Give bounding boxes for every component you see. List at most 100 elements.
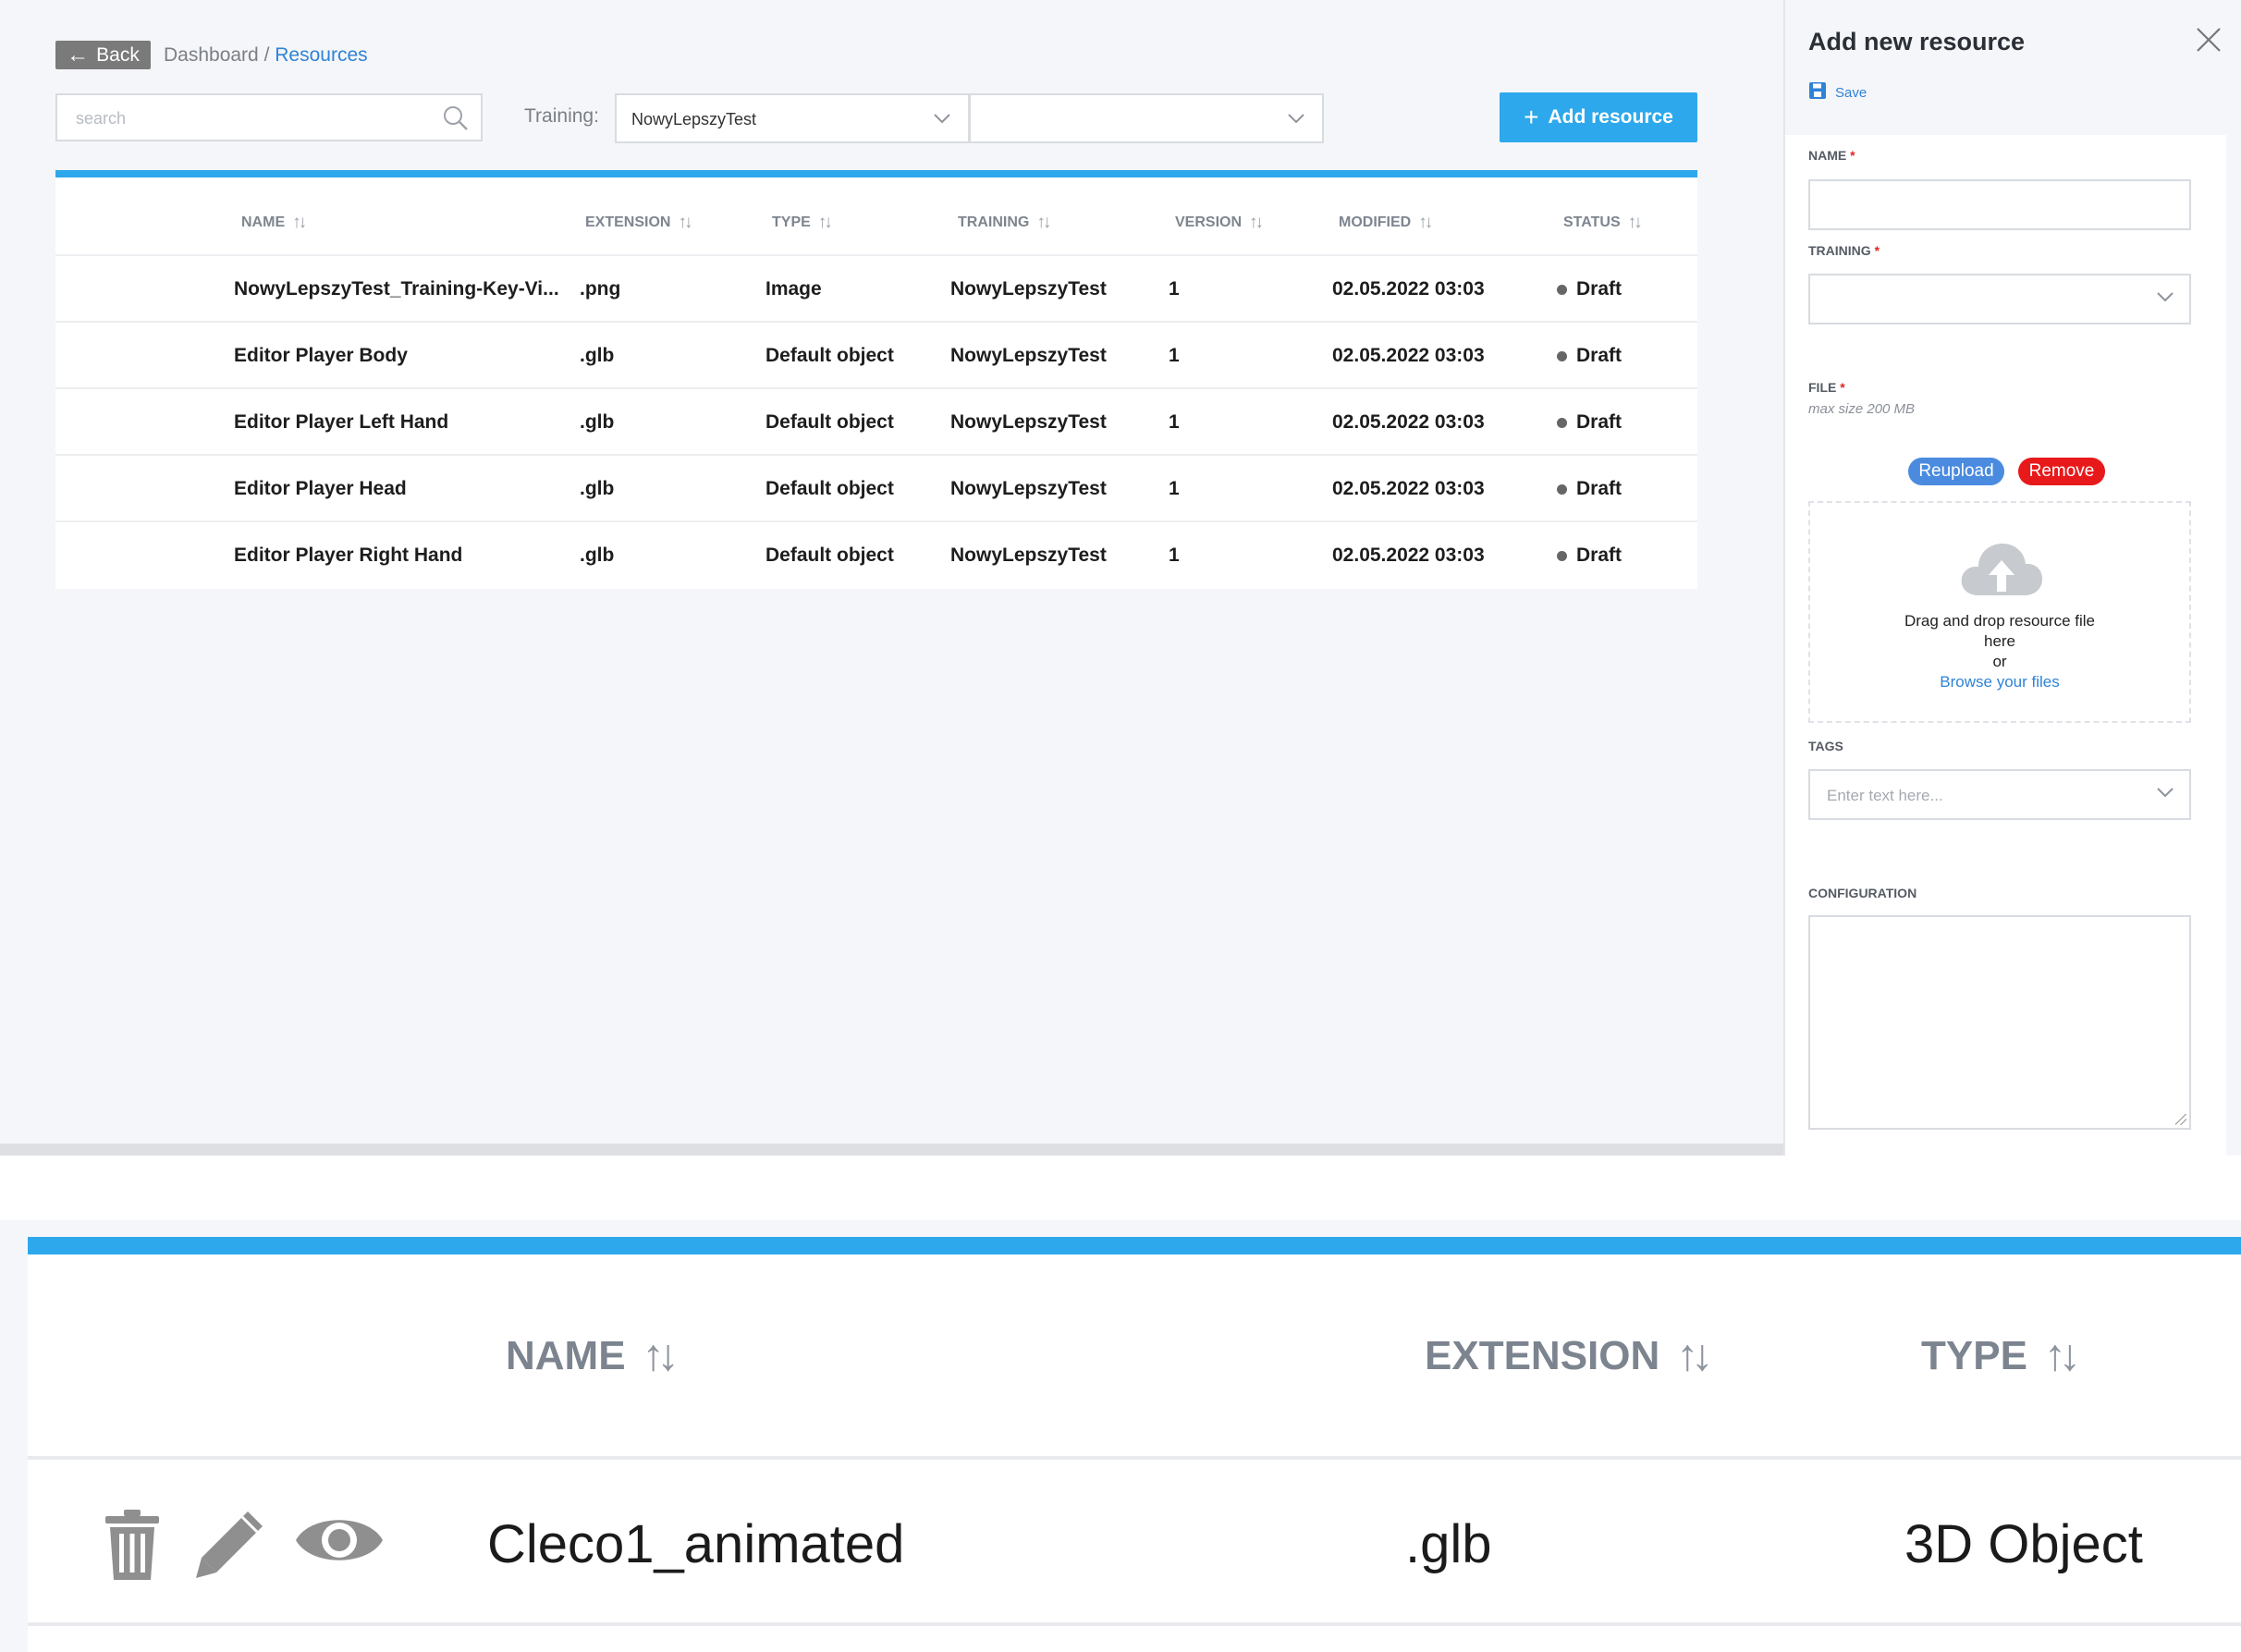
tags-input[interactable]: Enter text here...	[1808, 769, 2191, 820]
cell-type: Image	[765, 278, 822, 300]
cell-modified: 02.05.2022 03:03	[1332, 478, 1485, 499]
trash-icon[interactable]	[104, 1508, 161, 1586]
table-row[interactable]: Cleco1_animated .glb 3D Object	[28, 1460, 2241, 1626]
cell-name: Editor Player Left Hand	[234, 411, 449, 433]
zoomed-table: NAME ↑↓ EXTENSION ↑↓ TYPE ↑↓ Cleco1_anim…	[28, 1237, 2241, 1652]
column-header-type[interactable]: TYPE ↑↓	[1921, 1330, 2081, 1381]
resources-table: NAME ↑↓ EXTENSION ↑↓ TYPE ↑↓ TRAINING ↑↓ VER…	[55, 170, 1697, 589]
column-label: TRAINING	[958, 214, 1030, 230]
column-header-modified[interactable]: MODIFIED ↑↓	[1339, 213, 1433, 233]
column-header-version[interactable]: VERSION ↑↓	[1175, 213, 1264, 233]
sort-icon: ↑↓	[2043, 1331, 2081, 1380]
column-header-training[interactable]: TRAINING ↑↓	[958, 213, 1051, 233]
cell-extension: .glb	[580, 411, 615, 433]
training-field-select[interactable]	[1808, 274, 2191, 324]
column-header-extension[interactable]: EXTENSION ↑↓	[585, 213, 692, 233]
cell-version: 1	[1169, 545, 1180, 566]
sort-icon: ↑↓	[1676, 1331, 1713, 1380]
column-label: EXTENSION	[1425, 1332, 1660, 1378]
pencil-icon[interactable]	[192, 1508, 268, 1586]
add-resource-button[interactable]: + Add resource	[1500, 92, 1697, 142]
resize-handle-icon[interactable]	[2175, 1114, 2186, 1125]
cell-training: NowyLepszyTest	[950, 345, 1107, 366]
sort-icon: ↑↓	[678, 213, 692, 232]
column-header-type[interactable]: TYPE ↑↓	[772, 213, 833, 233]
column-header-status[interactable]: STATUS ↑↓	[1563, 213, 1643, 233]
table-header: NAME ↑↓ EXTENSION ↑↓ TYPE ↑↓ TRAINING ↑↓ VER…	[55, 177, 1697, 256]
column-header-name[interactable]: NAME ↑↓	[241, 213, 307, 233]
arrow-left-icon: ←	[67, 42, 90, 67]
dropzone-or: or	[1992, 653, 2007, 670]
training-select[interactable]: NowyLepszyTest	[615, 93, 970, 143]
cell-modified: 02.05.2022 03:03	[1332, 278, 1485, 300]
reupload-button[interactable]: Reupload	[1908, 458, 2004, 485]
table-row[interactable]: Editor Player Head .glb Default object N…	[55, 456, 1697, 522]
cell-version: 1	[1169, 278, 1180, 300]
file-size-hint: max size 200 MB	[1808, 401, 1916, 417]
search-icon[interactable]	[442, 104, 470, 137]
status-label: Draft	[1576, 278, 1623, 300]
eye-icon[interactable]	[294, 1508, 385, 1577]
breadcrumb-separator: /	[263, 44, 270, 66]
sort-icon: ↑↓	[817, 213, 833, 232]
cell-training: NowyLepszyTest	[950, 278, 1107, 300]
remove-button[interactable]: Remove	[2018, 458, 2105, 485]
secondary-filter-select[interactable]	[969, 93, 1324, 143]
back-button[interactable]: ← Back	[55, 41, 151, 69]
required-mark: *	[1840, 380, 1845, 395]
status-dot-icon	[1557, 284, 1567, 295]
label-text: NAME	[1808, 148, 1847, 163]
file-dropzone[interactable]: Drag and drop resource file here or Brow…	[1808, 501, 2191, 723]
dropzone-text-line2: here	[1983, 632, 2016, 650]
name-input[interactable]	[1808, 179, 2191, 230]
name-field-label: NAME *	[1808, 148, 1855, 163]
close-icon[interactable]	[2195, 26, 2223, 58]
sort-icon: ↑↓	[1249, 213, 1264, 232]
main-area: ← Back Dashboard / Resources Training: N…	[0, 0, 1783, 1144]
status-label: Draft	[1576, 411, 1623, 433]
cell-modified: 02.05.2022 03:03	[1332, 345, 1485, 366]
zoomed-table-detail: NAME ↑↓ EXTENSION ↑↓ TYPE ↑↓ Cleco1_anim…	[0, 1220, 2241, 1652]
cell-name: Editor Player Head	[234, 478, 407, 499]
chevron-down-icon	[2156, 290, 2174, 308]
status-dot-icon	[1557, 417, 1567, 428]
status-dot-icon	[1557, 550, 1567, 561]
training-select-value: NowyLepszyTest	[631, 110, 757, 128]
cell-type: 3D Object	[1904, 1514, 2143, 1574]
cell-training: NowyLepszyTest	[950, 545, 1107, 566]
table-row[interactable]: Editor Player Right Hand .glb Default ob…	[55, 522, 1697, 589]
back-label: Back	[96, 43, 140, 66]
table-row[interactable]: Editor Player Body .glb Default object N…	[55, 323, 1697, 389]
zoomed-table-header: NAME ↑↓ EXTENSION ↑↓ TYPE ↑↓	[28, 1254, 2241, 1460]
table-row[interactable]: Editor Player Left Hand .glb Default obj…	[55, 389, 1697, 456]
sort-icon: ↑↓	[1036, 213, 1051, 232]
column-label: TYPE	[1921, 1332, 2027, 1378]
cell-name: Editor Player Right Hand	[234, 545, 463, 566]
cell-version: 1	[1169, 478, 1180, 499]
sort-icon: ↑↓	[292, 213, 307, 232]
breadcrumb: Dashboard / Resources	[164, 44, 368, 67]
status-label: Draft	[1576, 478, 1623, 499]
column-label: TYPE	[772, 214, 811, 230]
breadcrumb-resources: Resources	[275, 44, 368, 66]
configuration-textarea[interactable]	[1808, 915, 2191, 1130]
status-label: Draft	[1576, 345, 1623, 366]
sort-icon: ↑↓	[1418, 213, 1433, 232]
horizontal-scrollbar[interactable]	[0, 1144, 1783, 1156]
browse-files-link[interactable]: Browse your files	[1810, 673, 2189, 691]
resources-screen: ← Back Dashboard / Resources Training: N…	[0, 0, 2241, 1156]
cell-type: Default object	[765, 478, 894, 499]
save-label: Save	[1835, 84, 1868, 101]
breadcrumb-dashboard[interactable]: Dashboard	[164, 44, 259, 66]
cell-name: Editor Player Body	[234, 345, 408, 366]
table-row[interactable]: NowyLepszyTest_Training-Key-Vi... .png I…	[55, 256, 1697, 323]
column-header-extension[interactable]: EXTENSION ↑↓	[1425, 1330, 1713, 1381]
column-header-name[interactable]: NAME ↑↓	[506, 1330, 680, 1381]
status-badge: Draft	[1557, 411, 1622, 434]
required-mark: *	[1874, 243, 1880, 258]
cell-training: NowyLepszyTest	[950, 411, 1107, 433]
cell-extension: .glb	[580, 478, 615, 499]
cell-version: 1	[1169, 411, 1180, 433]
search-input[interactable]	[76, 106, 427, 130]
save-button[interactable]: Save	[1808, 81, 1867, 104]
